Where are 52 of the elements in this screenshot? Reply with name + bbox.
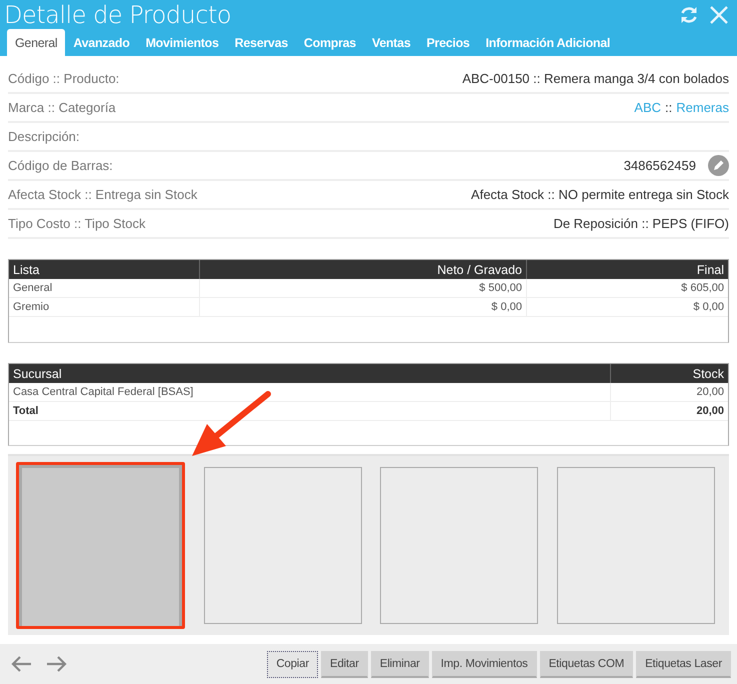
tab[interactable]: General <box>7 29 66 56</box>
separator: :: <box>665 100 672 116</box>
column-header: Sucursal <box>9 364 610 383</box>
table-cell: $ 0,00 <box>199 298 526 318</box>
refresh-icon[interactable] <box>679 4 699 25</box>
field-label: Código :: Producto: <box>8 71 120 86</box>
tab[interactable]: Precios <box>418 29 478 56</box>
table-cell: General <box>9 279 199 298</box>
image-slot[interactable] <box>556 467 715 624</box>
action-button[interactable]: Etiquetas Laser <box>636 650 731 678</box>
action-button[interactable]: Copiar <box>267 650 318 678</box>
column-header: Stock <box>610 364 728 383</box>
field-value: De Reposición :: PEPS (FIFO) <box>553 216 729 232</box>
window-title: Detalle de Producto <box>4 0 232 29</box>
field-label: Descripción: <box>8 129 80 144</box>
image-slot[interactable] <box>16 462 185 630</box>
field-value: ABC-00150 :: Remera manga 3/4 con bolados <box>462 71 729 86</box>
table-cell: Casa Central Capital Federal [BSAS] <box>9 382 610 402</box>
forward-arrow-icon[interactable] <box>46 655 68 674</box>
field-label: Afecta Stock :: Entrega sin Stock <box>8 187 198 202</box>
table-cell: Total <box>9 402 610 421</box>
image-slot[interactable] <box>204 467 362 624</box>
field-label: Código de Barras: <box>8 158 113 174</box>
tab[interactable]: Movimientos <box>138 29 227 56</box>
table-cell: $ 0,00 <box>526 298 728 318</box>
edit-icon[interactable] <box>708 155 729 176</box>
close-icon[interactable] <box>709 4 729 25</box>
table-cell: $ 605,00 <box>526 279 728 298</box>
back-arrow-icon[interactable] <box>10 655 32 674</box>
field-label: Tipo Costo :: Tipo Stock <box>8 216 146 232</box>
table-cell: Gremio <box>9 298 199 318</box>
column-header: Neto / Gravado <box>199 260 526 280</box>
action-button[interactable]: Editar <box>321 650 368 678</box>
tab[interactable]: Compras <box>296 29 364 56</box>
tab[interactable]: Reservas <box>226 29 296 56</box>
field-label: Marca :: Categoría <box>8 100 116 116</box>
column-header: Final <box>526 260 728 280</box>
table-cell: 20,00 <box>610 402 728 421</box>
link[interactable]: Remeras <box>676 100 729 116</box>
image-slot[interactable] <box>380 467 538 624</box>
tab[interactable]: Información Adicional <box>478 29 618 56</box>
column-header: Lista <box>9 260 199 280</box>
tab[interactable]: Avanzado <box>65 29 138 56</box>
table-cell: 20,00 <box>610 382 728 402</box>
action-button[interactable]: Eliminar <box>370 650 429 678</box>
field-value: 3486562459 <box>624 158 696 174</box>
action-button[interactable]: Imp. Movimientos <box>432 650 537 678</box>
tab[interactable]: Ventas <box>364 29 418 56</box>
table-cell: $ 500,00 <box>199 279 526 298</box>
field-value: Afecta Stock :: NO permite entrega sin Stock <box>471 187 729 202</box>
action-button[interactable]: Etiquetas COM <box>540 650 634 678</box>
link[interactable]: ABC <box>634 100 662 116</box>
